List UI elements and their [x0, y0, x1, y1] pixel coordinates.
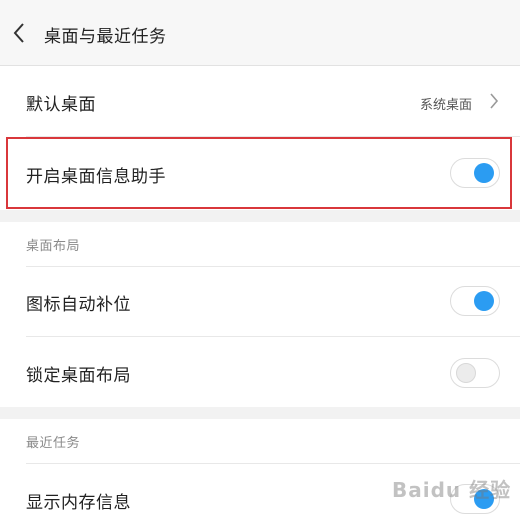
default-desktop-row[interactable]: 默认桌面 系统桌面	[0, 67, 520, 135]
settings-page: 桌面与最近任务 默认桌面 系统桌面 开启桌面信息助手 桌面布局 图标自动补位 锁…	[0, 0, 520, 528]
icon-auto-fill-row[interactable]: 图标自动补位	[0, 267, 520, 335]
toggle-knob	[474, 489, 494, 509]
recent-section-title: 最近任务	[26, 436, 81, 451]
toggle-knob	[456, 363, 476, 383]
title-bar: 桌面与最近任务	[0, 0, 520, 66]
chevron-left-icon	[13, 23, 24, 43]
page-title: 桌面与最近任务	[44, 27, 167, 47]
toggle-knob	[474, 163, 494, 183]
default-desktop-label: 默认桌面	[26, 95, 96, 115]
layout-section-header: 桌面布局	[0, 222, 520, 266]
section-gap	[0, 210, 520, 222]
show-memory-row[interactable]: 显示内存信息	[0, 464, 520, 528]
layout-section-title: 桌面布局	[26, 239, 81, 254]
back-button[interactable]	[4, 16, 34, 50]
lock-layout-toggle[interactable]	[450, 358, 500, 388]
recent-section-header: 最近任务	[0, 419, 520, 463]
show-memory-label: 显示内存信息	[26, 493, 131, 513]
lock-layout-row[interactable]: 锁定桌面布局	[0, 337, 520, 407]
desktop-assistant-toggle[interactable]	[450, 158, 500, 188]
icon-auto-fill-label: 图标自动补位	[26, 295, 131, 315]
desktop-assistant-row[interactable]: 开启桌面信息助手	[0, 137, 520, 209]
chevron-right-icon	[486, 91, 502, 111]
icon-auto-fill-toggle[interactable]	[450, 286, 500, 316]
default-desktop-value: 系统桌面	[419, 98, 472, 113]
toggle-knob	[474, 291, 494, 311]
show-memory-toggle[interactable]	[450, 484, 500, 514]
desktop-assistant-label: 开启桌面信息助手	[26, 167, 166, 187]
lock-layout-label: 锁定桌面布局	[26, 366, 131, 386]
section-gap	[0, 407, 520, 419]
